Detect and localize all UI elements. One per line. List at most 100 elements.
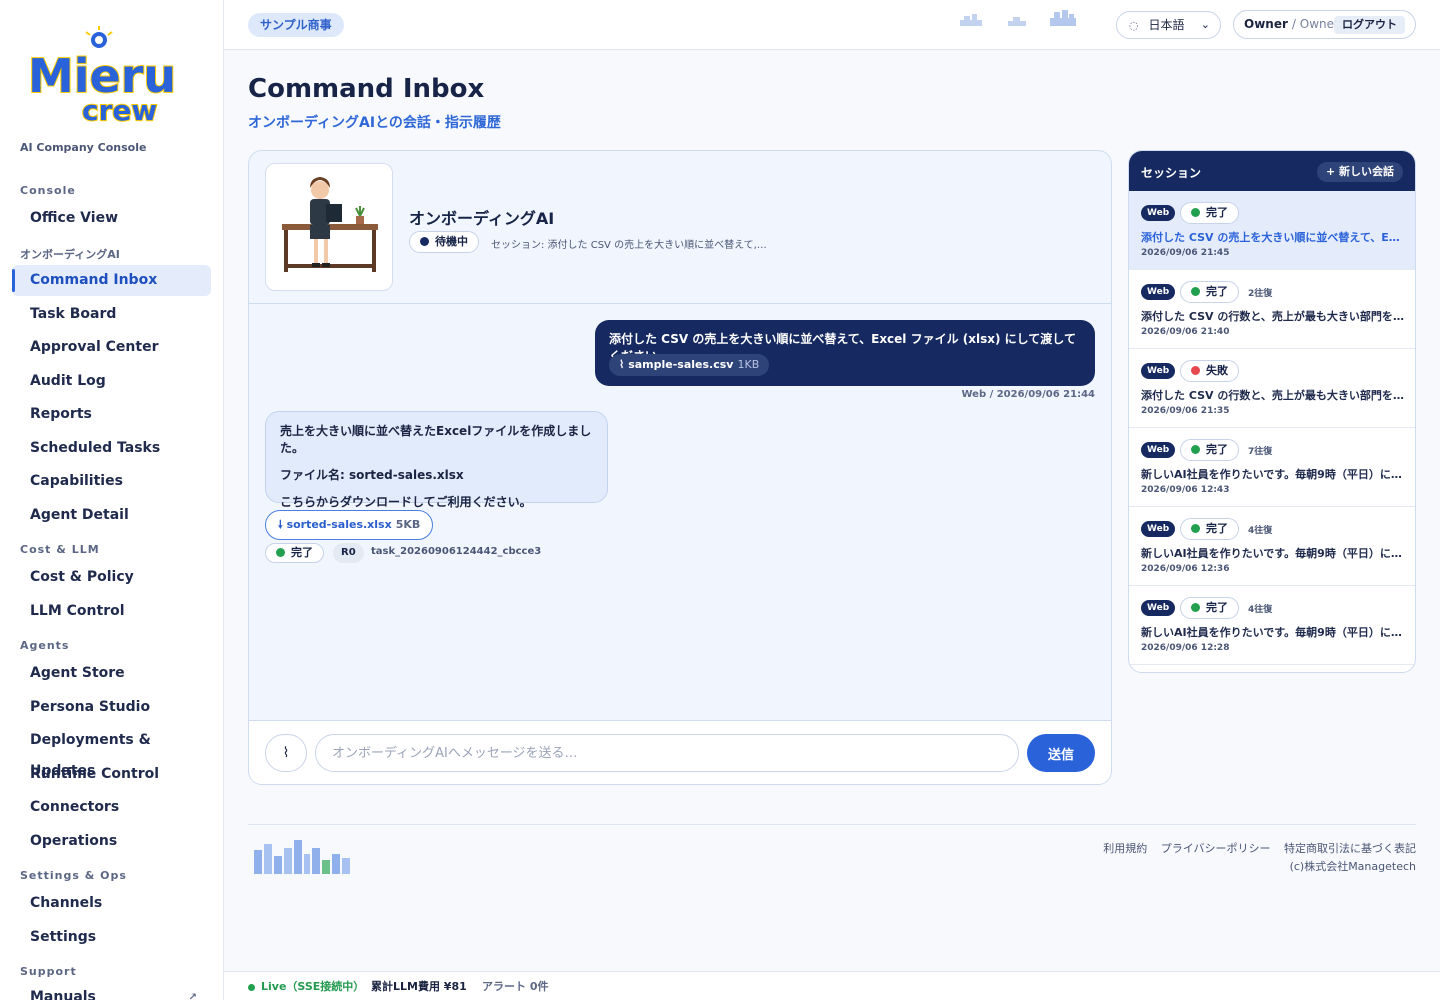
send-button[interactable]: 送信 — [1027, 734, 1095, 772]
session-status-badge: 完了 — [1180, 202, 1239, 224]
external-link-icon: ↗ — [188, 992, 197, 1000]
tenant-badge[interactable]: サンプル商事 — [248, 13, 344, 37]
sidebar-item-runtime-control[interactable]: Runtime Control — [12, 759, 211, 790]
logout-button[interactable]: ログアウト — [1334, 16, 1405, 34]
session-status-label: 失敗 — [1206, 364, 1228, 377]
sessions-panel: セッション + 新しい会話 Web 完了 添付した CSV の売上を大きい順に並べ替… — [1128, 150, 1416, 673]
language-select[interactable]: ◌ 日本語 ⌄ — [1116, 11, 1221, 39]
ai-message-bubble: 売上を大きい順に並べ替えたExcelファイルを作成しました。 ファイル名: so… — [265, 411, 608, 509]
nav-section-onboarding-ai: オンボーディングAI — [20, 248, 120, 261]
copyright: (c)株式会社Managetech — [1289, 860, 1416, 873]
footer-links: 利用規約 プライバシーポリシー 特定商取引法に基づく表記 (c)株式会社Mana… — [1093, 840, 1416, 876]
globe-icon: ◌ — [1129, 19, 1139, 32]
new-conversation-button[interactable]: + 新しい会話 — [1316, 162, 1403, 182]
privacy-link[interactable]: プライバシーポリシー — [1161, 842, 1271, 855]
session-item[interactable]: Web 完了 2往復添付した CSV の行数と、売上が最も大きい部門を教えてください… — [1129, 270, 1415, 349]
session-status-label: 完了 — [1206, 601, 1228, 614]
sidebar-item-persona-studio[interactable]: Persona Studio — [12, 692, 211, 723]
sidebar-item-operations[interactable]: Operations — [12, 826, 211, 857]
session-status-badge: 完了 — [1180, 439, 1239, 461]
channel-badge: Web — [1141, 600, 1176, 616]
session-status-label: 完了 — [1206, 522, 1228, 535]
sessions-header: セッション + 新しい会話 — [1129, 151, 1415, 191]
session-item[interactable]: Web 完了 7往復新しいAI社員を作りたいです。毎朝9時（平日）に freee の… — [1129, 428, 1415, 507]
terms-link[interactable]: 利用規約 — [1103, 842, 1147, 855]
ai-message-line: こちらからダウンロードしてご利用ください。 — [280, 495, 532, 509]
nav-section-settings-ops: Settings & Ops — [20, 869, 127, 882]
session-preview: 新しいAI社員を作りたいです。毎朝9時（平日）に freee の — [1141, 468, 1405, 481]
sidebar-item-office-view[interactable]: Office View — [12, 203, 211, 234]
alert-count[interactable]: アラート 0件 — [482, 972, 548, 1000]
sidebar-item-scheduled-tasks[interactable]: Scheduled Tasks — [12, 433, 211, 464]
sidebar-item-agent-detail[interactable]: Agent Detail — [12, 500, 211, 531]
status-dot-icon — [1191, 208, 1200, 217]
sidebar-item-capabilities[interactable]: Capabilities — [12, 466, 211, 497]
paperclip-icon: ⌇ — [619, 358, 629, 371]
agent-name: オンボーディングAI — [409, 209, 555, 228]
turn-count: 4往復 — [1248, 605, 1273, 615]
nav-section-support: Support — [20, 965, 77, 978]
agent-status-badge: 待機中 — [409, 231, 479, 253]
task-id[interactable]: task_20260906124442_cbcce3 — [371, 546, 541, 557]
sidebar-item-task-board[interactable]: Task Board — [12, 299, 211, 330]
sidebar-item-approval-center[interactable]: Approval Center — [12, 332, 211, 363]
user-menu[interactable]: Owner / Owner ログアウト — [1233, 10, 1416, 39]
sidebar-item-agent-store[interactable]: Agent Store — [12, 658, 211, 689]
message-input[interactable] — [315, 734, 1019, 772]
session-status-label: 完了 — [1206, 285, 1228, 298]
session-item[interactable]: Web 完了 4往復新しいAI社員を作りたいです。毎朝9時（平日）に freee の… — [1129, 507, 1415, 586]
session-time: 2026/09/06 21:40 — [1141, 327, 1230, 337]
sidebar-item-cost-policy[interactable]: Cost & Policy — [12, 562, 211, 593]
attach-file-button[interactable]: ⌇ — [265, 734, 307, 772]
session-status-badge: 完了 — [1180, 597, 1239, 619]
session-item[interactable]: Web 失敗添付した CSV の行数と、売上が最も大きい部門を教えてください 202… — [1129, 349, 1415, 428]
status-dot-icon — [1191, 366, 1200, 375]
result-status-badge: 完了 — [265, 543, 324, 563]
sidebar-item-channels[interactable]: Channels — [12, 888, 211, 919]
commerce-law-link[interactable]: 特定商取引法に基づく表記 — [1284, 842, 1416, 855]
status-dot-icon — [1191, 603, 1200, 612]
sessions-title: セッション — [1141, 166, 1202, 180]
llm-cost-total: 累計LLM費用 ¥81 — [371, 980, 467, 993]
sidebar-item-manuals[interactable]: Manuals ↗ — [12, 982, 211, 1000]
sidebar-item-llm-control[interactable]: LLM Control — [12, 596, 211, 627]
session-time: 2026/09/06 12:28 — [1141, 643, 1230, 653]
sidebar-item-audit-log[interactable]: Audit Log — [12, 366, 211, 397]
mieru-crew-logo[interactable]: Mieru crew — [24, 22, 200, 130]
nav-section-agents: Agents — [20, 639, 70, 652]
session-status-label: 完了 — [1206, 206, 1228, 219]
chat-panel: オンボーディングAI 待機中 セッション: 添付した CSV の売上を大きい順に… — [248, 150, 1112, 785]
sidebar-item-settings[interactable]: Settings — [12, 922, 211, 953]
status-bar: Live（SSE接続中） 累計LLM費用 ¥81 アラート 0件 — [224, 971, 1440, 1000]
sidebar-item-deployments-updates[interactable]: Deployments & Updates — [12, 725, 211, 779]
footer-divider — [248, 824, 1416, 825]
result-status-label: 完了 — [291, 546, 313, 559]
message-meta: Web / 2026/09/06 21:44 — [961, 389, 1095, 400]
language-value: 日本語 — [1148, 18, 1185, 32]
download-icon: 🠗 — [278, 518, 287, 531]
turn-count: 2往復 — [1248, 289, 1273, 299]
download-file-button[interactable]: 🠗 sorted-sales.xlsx 5KB — [265, 510, 434, 540]
session-status-badge: 完了 — [1180, 518, 1239, 540]
sidebar-item-command-inbox[interactable]: Command Inbox — [12, 265, 211, 296]
ai-message-line: ファイル名: sorted-sales.xlsx — [280, 468, 464, 482]
session-status-badge: 失敗 — [1180, 360, 1239, 382]
status-dot-icon — [1191, 524, 1200, 533]
topbar: サンプル商事 ◌ 日本語 ⌄ Owner / Owner ログアウト — [224, 0, 1440, 50]
status-dot-icon — [420, 237, 429, 246]
user-role: / Owner — [1291, 17, 1339, 31]
sidebar-item-connectors[interactable]: Connectors — [12, 792, 211, 823]
turn-count: 4往復 — [1248, 526, 1273, 536]
paperclip-icon: ⌇ — [282, 745, 290, 761]
session-item[interactable]: Web 完了 4往復新しいAI社員を作りたいです。毎朝9時（平日）に freee の… — [1129, 586, 1415, 665]
user-message-bubble: 添付した CSV の売上を大きい順に並べ替えて、Excel ファイル (xlsx… — [595, 320, 1095, 386]
user-name: Owner — [1244, 17, 1288, 31]
sidebar-item-reports[interactable]: Reports — [12, 399, 211, 430]
attachment-chip[interactable]: ⌇ sample-sales.csv 1KB — [609, 354, 770, 376]
session-preview: 添付した CSV の売上を大きい順に並べ替えて、Excel ファイル — [1141, 231, 1405, 244]
sidebar: Mieru crew AI Company Console Console Of… — [0, 0, 224, 1000]
live-dot-icon — [248, 984, 255, 991]
download-file-size: 5KB — [395, 518, 421, 531]
session-time: 2026/09/06 12:43 — [1141, 485, 1230, 495]
session-item[interactable]: Web 完了添付した CSV の売上を大きい順に並べ替えて、Excel ファイル 2… — [1129, 191, 1415, 270]
